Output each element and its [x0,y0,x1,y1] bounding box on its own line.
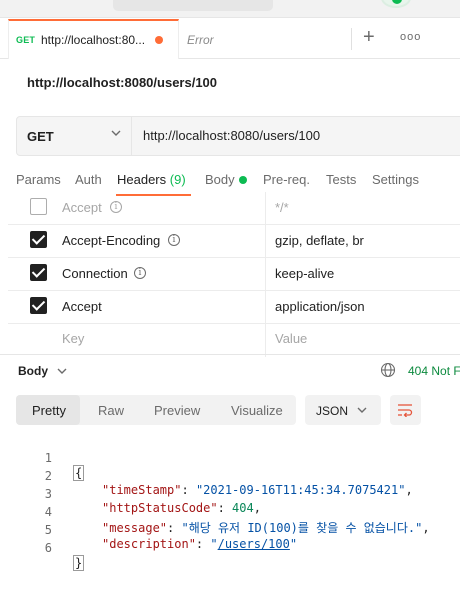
tab-tests[interactable]: Tests [326,172,356,187]
code-line: 6 } [0,527,460,571]
tab-error[interactable]: Error [187,33,214,47]
info-icon[interactable]: i [168,234,180,246]
new-header-key-input[interactable]: Key [62,331,84,346]
header-enabled-checkbox[interactable] [30,231,47,248]
column-divider [265,324,266,357]
header-enabled-checkbox[interactable] [30,264,47,281]
new-header-value-input[interactable]: Value [275,331,307,346]
workspace-search-input[interactable] [113,0,273,11]
table-row-new: Key Value [8,324,460,357]
tab-settings[interactable]: Settings [372,172,419,187]
language-label: JSON [316,404,349,418]
code-line: 1 { [0,437,460,481]
code-line: 2 "timeStamp": "2021-09-16T11:45:34.7075… [0,455,460,497]
globe-icon[interactable] [380,362,396,378]
pretty-label[interactable]: Pretty [32,403,66,418]
tab-method-badge: GET [16,35,36,45]
tab-title[interactable]: http://localhost:80... [41,33,145,47]
line-number: 6 [44,541,52,555]
info-icon[interactable]: i [134,267,146,279]
unsaved-changes-dot [155,36,163,44]
code-line: 3 "httpStatusCode": 404, [0,473,460,515]
wrap-lines-icon [398,404,413,417]
response-status[interactable]: 404 Not F [408,364,460,378]
header-value[interactable]: application/json [275,299,365,314]
tab-prerequest-script[interactable]: Pre-req. [263,172,310,187]
tab-auth[interactable]: Auth [75,172,102,187]
response-body-dropdown[interactable]: Body [18,364,48,378]
headers-count-badge: (9) [169,172,186,187]
visualize-button[interactable]: Visualize [231,403,283,418]
body-indicator-dot [239,176,247,184]
header-value[interactable]: gzip, deflate, br [275,233,364,248]
header-enabled-checkbox[interactable] [30,198,47,215]
code-line: 5 "description": "/users/100" [0,509,460,551]
header-key[interactable]: Accept [62,299,102,314]
tab-params[interactable]: Params [16,172,61,187]
header-key[interactable]: Connection [62,266,128,281]
new-tab-button[interactable]: + [363,27,375,47]
column-divider [265,258,266,290]
tab-divider [351,28,352,50]
column-divider [265,225,266,257]
info-icon[interactable]: i [110,201,122,213]
table-row: Accept i */* [8,192,460,225]
headers-table: Accept i */* Accept-Encoding i gzip, def… [8,192,460,357]
chevron-down-icon [111,130,121,136]
code-text: } [73,555,85,571]
tab-headers[interactable]: Headers (9) [117,172,186,187]
raw-button[interactable]: Raw [98,403,124,418]
header-value[interactable]: keep-alive [275,266,334,281]
header-enabled-checkbox[interactable] [30,297,47,314]
preview-button[interactable]: Preview [154,403,200,418]
url-input[interactable]: http://localhost:8080/users/100 [143,128,320,143]
column-divider [265,192,266,224]
header-key[interactable]: Accept-Encoding [62,233,160,248]
chevron-down-icon[interactable] [56,365,68,377]
tab-headers-label: Headers [117,172,167,187]
table-row: Connection i keep-alive [8,258,460,291]
tab-body[interactable]: Body [205,172,235,187]
request-name[interactable]: http://localhost:8080/users/100 [27,75,217,90]
column-divider [265,291,266,323]
code-line: 4 "message": "해당 유저 ID(100)를 찾을 수 없습니다."… [0,491,460,535]
json-brace: } [73,555,85,571]
tab-options-button[interactable]: ooo [400,31,421,43]
table-row: Accept-Encoding i gzip, deflate, br [8,225,460,258]
table-row: Accept application/json [8,291,460,324]
method-label: GET [27,129,54,144]
header-key[interactable]: Accept [62,200,102,215]
header-value[interactable]: */* [275,200,289,215]
chevron-down-icon [357,407,367,413]
